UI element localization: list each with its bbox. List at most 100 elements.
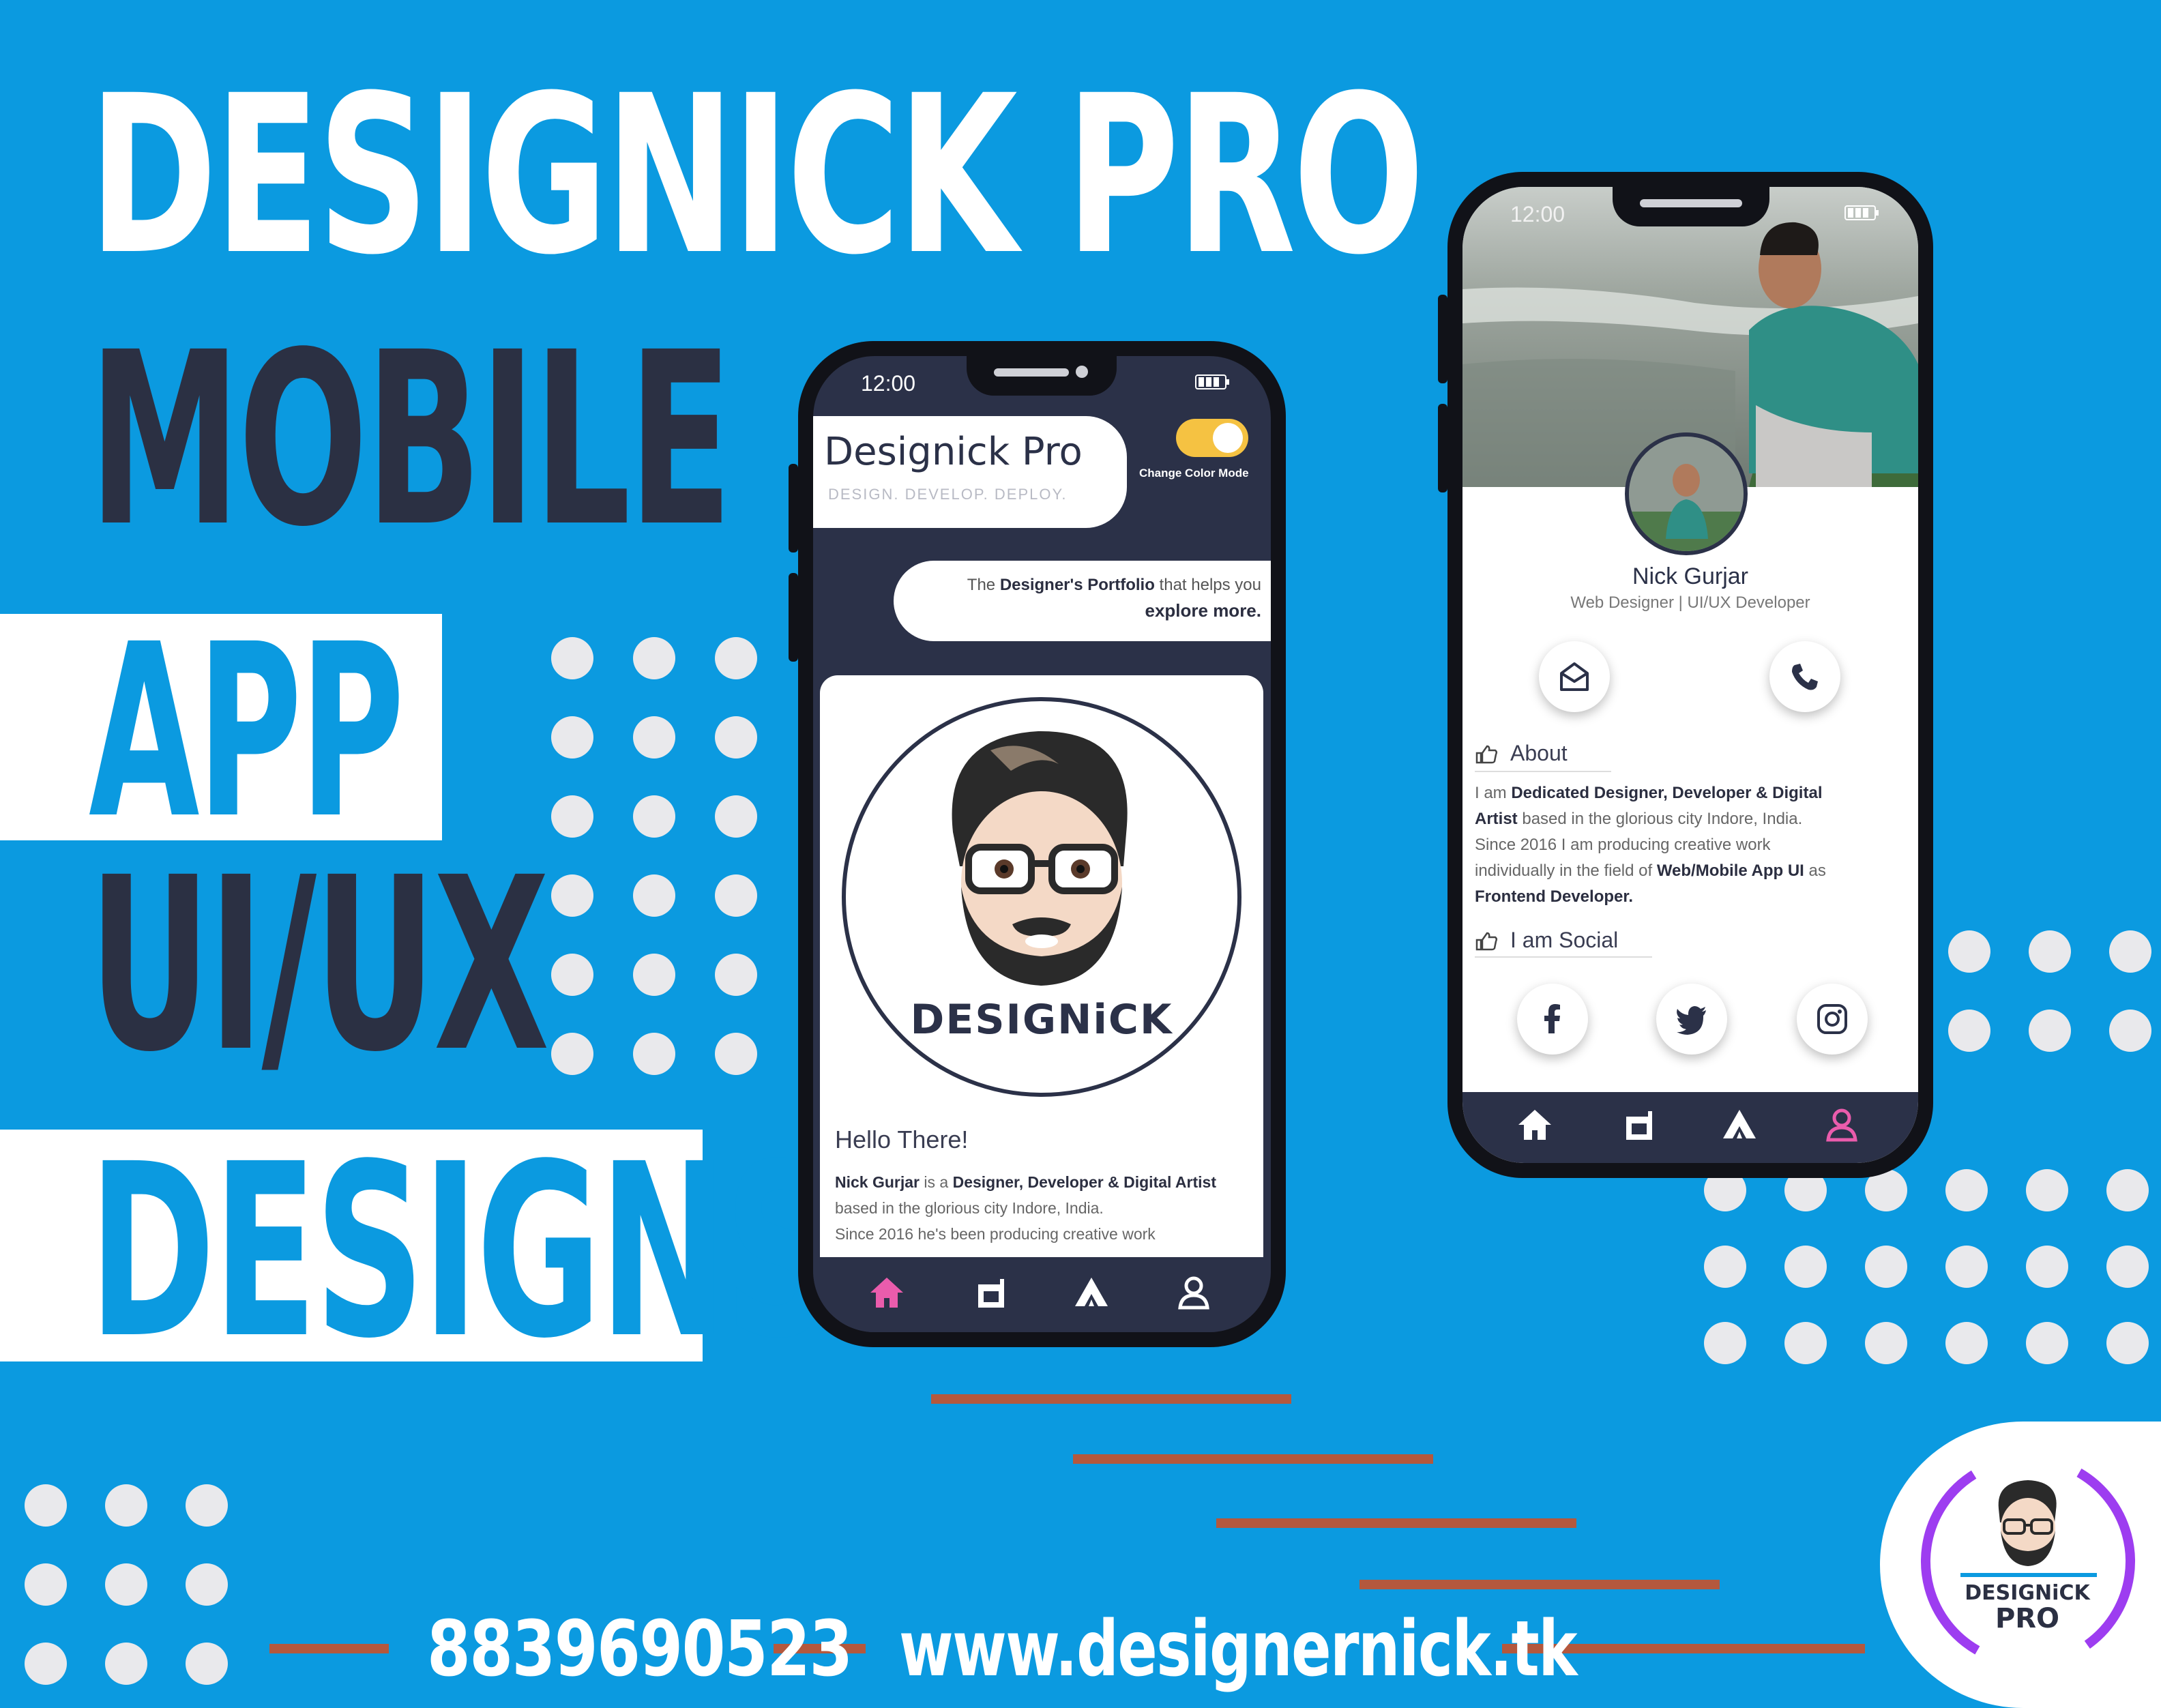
- headline-line2: MOBILE: [89, 301, 733, 579]
- decor-dot: [2106, 1322, 2149, 1364]
- profile-name: Nick Gurjar: [1632, 563, 1749, 589]
- status-time: 12:00: [1510, 202, 1565, 226]
- decor-dot: [1948, 930, 1990, 973]
- badge-underline: [1960, 1573, 2097, 1577]
- phone-icon: [1792, 664, 1818, 690]
- decor-dot: [2029, 1010, 2071, 1052]
- instagram-button[interactable]: [1797, 984, 1868, 1055]
- decor-dot: [633, 637, 675, 679]
- toggle-label: Change Color Mode: [1139, 467, 1249, 480]
- phone-side-button: [789, 464, 798, 553]
- twitter-button[interactable]: [1656, 984, 1727, 1055]
- decor-dot: [715, 637, 757, 679]
- intro-card: DESIGNiCK Hello There! Nick Gurjar is a …: [820, 675, 1263, 1276]
- badge-avatar-icon: [1998, 1480, 2057, 1566]
- decor-dot: [1704, 1246, 1746, 1288]
- decor-dot: [1865, 1322, 1907, 1364]
- email-icon: [1560, 662, 1589, 691]
- decor-dot: [105, 1643, 147, 1685]
- facebook-icon: [1544, 1004, 1560, 1033]
- decor-dot: [1784, 1322, 1827, 1364]
- decor-dot: [105, 1484, 147, 1527]
- color-mode-toggle[interactable]: [1176, 419, 1248, 457]
- battery-icon: [1844, 205, 1879, 220]
- decor-dot: [715, 716, 757, 759]
- phone-right: 12:00 Nick Gurjar Web Designer | UI/UX D…: [1438, 172, 1933, 1178]
- decor-dot: [2029, 930, 2071, 973]
- decor-dot: [551, 637, 593, 679]
- badge-name: DESIGNiCK: [1965, 1581, 2090, 1605]
- decor-line: [1216, 1518, 1576, 1528]
- app-tagline: DESIGN. DEVELOP. DEPLOY.: [828, 486, 1068, 503]
- decor-dot: [25, 1643, 67, 1685]
- decor-dot: [105, 1563, 147, 1606]
- decor-dot: [715, 874, 757, 917]
- decor-dot: [715, 1033, 757, 1075]
- instagram-icon: [1817, 1004, 1847, 1034]
- phone-left: 12:00 Designick Pro DESIGN. DEVELOP. DEP…: [789, 341, 1286, 1347]
- logo-badge[interactable]: DESIGNiCK PRO: [1880, 1422, 2161, 1708]
- bottom-nav: [1462, 1092, 1918, 1163]
- phone-side-button: [1438, 295, 1447, 383]
- footer-website[interactable]: www.designernick.tk: [899, 1611, 1578, 1688]
- headline-line1: DESIGNICK PRO: [89, 49, 1425, 303]
- decor-dot: [551, 874, 593, 917]
- decor-dot: [1865, 1246, 1907, 1288]
- banner-bold: Designer's Portfolio: [999, 576, 1155, 594]
- phone-notch: [1613, 187, 1769, 226]
- phone-side-button: [1438, 404, 1447, 492]
- twitter-icon: [1677, 1006, 1706, 1035]
- app-title-card: Designick Pro DESIGN. DEVELOP. DEPLOY.: [813, 416, 1127, 528]
- nav-profile-icon[interactable]: [1821, 1104, 1862, 1145]
- about-heading-rule: [1475, 771, 1611, 772]
- decor-dot: [551, 795, 593, 838]
- decor-dot: [551, 716, 593, 759]
- decor-dot: [1945, 1246, 1988, 1288]
- decor-dot: [551, 1033, 593, 1075]
- nav-design-icon[interactable]: [1071, 1272, 1112, 1313]
- decor-dot: [2106, 1169, 2149, 1211]
- nav-apps-icon[interactable]: [969, 1272, 1010, 1313]
- footer-phone[interactable]: 8839690523: [427, 1611, 853, 1688]
- nav-design-icon[interactable]: [1719, 1104, 1760, 1145]
- banner-prefix: The: [967, 576, 1000, 594]
- decor-dot: [633, 716, 675, 759]
- headline-line5: DESIGNS: [89, 1113, 834, 1391]
- social-heading: I am Social: [1510, 928, 1619, 952]
- decor-dot: [633, 795, 675, 838]
- banner-line2: explore more.: [1145, 600, 1261, 621]
- decor-dot: [633, 874, 675, 917]
- decor-dot: [1945, 1322, 1988, 1364]
- profile-role: Web Designer | UI/UX Developer: [1570, 593, 1810, 612]
- decor-dot: [633, 1033, 675, 1075]
- phone-side-button: [789, 573, 798, 662]
- nav-apps-icon[interactable]: [1617, 1104, 1658, 1145]
- decor-dot: [633, 954, 675, 996]
- nav-profile-icon[interactable]: [1173, 1272, 1214, 1313]
- call-button[interactable]: [1769, 641, 1840, 712]
- profile-avatar[interactable]: [1625, 432, 1748, 555]
- social-hand-icon: [1475, 932, 1498, 951]
- decor-dot: [186, 1563, 228, 1606]
- nav-home-icon[interactable]: [866, 1272, 907, 1313]
- app-title: Designick Pro: [824, 430, 1083, 474]
- decor-dot: [2026, 1322, 2068, 1364]
- nav-home-icon[interactable]: [1514, 1104, 1555, 1145]
- decor-dot: [25, 1563, 67, 1606]
- phone-left-screen: 12:00 Designick Pro DESIGN. DEVELOP. DEP…: [813, 356, 1271, 1332]
- intro-paragraph: Nick Gurjar is a Designer, Developer & D…: [835, 1173, 1216, 1243]
- decor-dot: [551, 954, 593, 996]
- decor-line: [931, 1394, 1291, 1404]
- decor-dot: [2106, 1246, 2149, 1288]
- decor-dot: [2026, 1169, 2068, 1211]
- decor-dot: [1948, 1010, 1990, 1052]
- decor-dot: [1945, 1169, 1988, 1211]
- decor-dot: [2109, 1010, 2151, 1052]
- decor-dot: [2109, 930, 2151, 973]
- headline-line4: UI/UX: [89, 826, 550, 1104]
- decor-line: [269, 1644, 389, 1653]
- email-button[interactable]: [1539, 641, 1610, 712]
- facebook-button[interactable]: [1517, 984, 1588, 1055]
- phone-right-screen: 12:00 Nick Gurjar Web Designer | UI/UX D…: [1462, 187, 1918, 1163]
- decor-dot: [1704, 1322, 1746, 1364]
